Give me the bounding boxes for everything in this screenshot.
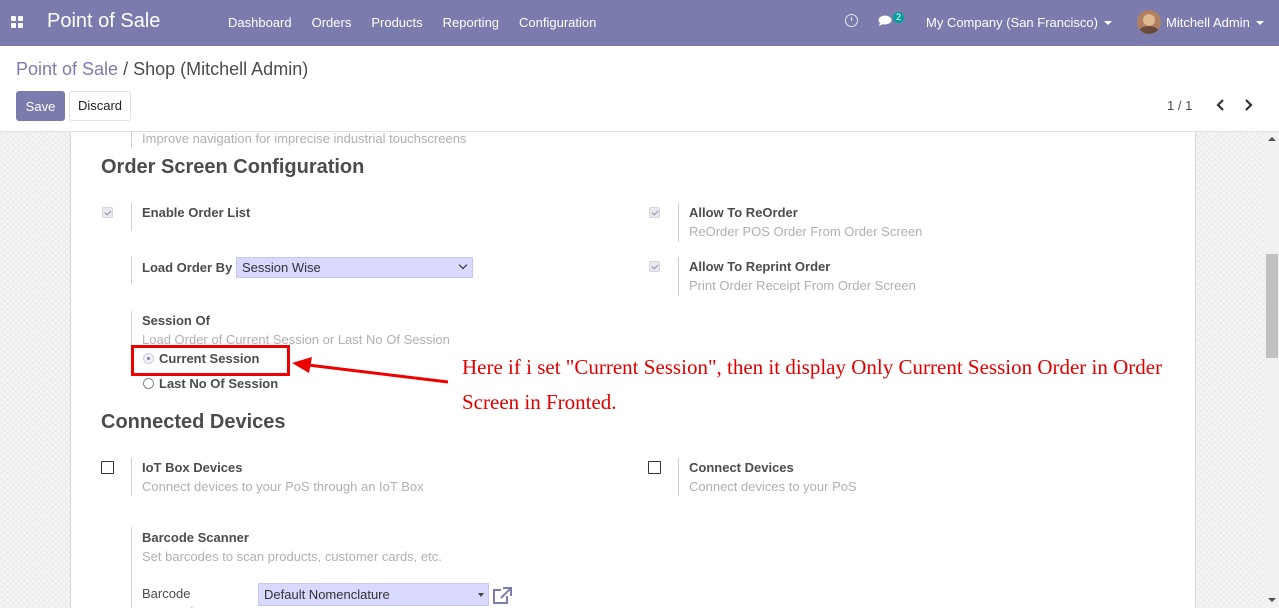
- annotation-text: Here if i set "Current Session", then it…: [462, 355, 1163, 414]
- barcode-nomenclature-label: Barcode Nomenclature: [142, 586, 223, 608]
- external-link-icon[interactable]: [492, 587, 512, 605]
- load-order-by-select[interactable]: Session Wise: [236, 257, 473, 278]
- setting-divider: [678, 203, 679, 242]
- last-no-of-session-label[interactable]: Last No Of Session: [159, 376, 278, 391]
- discard-button[interactable]: Discard: [69, 91, 131, 121]
- setting-divider: [131, 458, 132, 496]
- breadcrumb: Point of Sale / Shop (Mitchell Admin): [16, 59, 308, 80]
- allow-reorder-help: ReOrder POS Order From Order Screen: [689, 224, 923, 239]
- user-name: Mitchell Admin: [1166, 15, 1250, 30]
- menu-configuration[interactable]: Configuration: [509, 15, 606, 30]
- user-avatar[interactable]: [1137, 10, 1161, 34]
- menu-products[interactable]: Products: [361, 15, 432, 30]
- chevron-right-icon[interactable]: [1242, 98, 1254, 112]
- setting-divider: [131, 527, 132, 608]
- breadcrumb-parent[interactable]: Point of Sale: [16, 59, 118, 79]
- enable-order-list-checkbox[interactable]: [102, 207, 113, 218]
- session-of-label: Session Of: [142, 313, 210, 328]
- main-menu: Dashboard Orders Products Reporting Conf…: [218, 15, 606, 30]
- menu-dashboard[interactable]: Dashboard: [218, 15, 302, 30]
- apps-menu-icon[interactable]: [11, 16, 23, 28]
- connect-devices-help: Connect devices to your PoS: [689, 479, 857, 494]
- iot-box-label: IoT Box Devices: [142, 460, 243, 475]
- setting-divider: [131, 256, 132, 284]
- messages-chat-icon[interactable]: [878, 15, 892, 26]
- chevron-left-icon[interactable]: [1215, 98, 1227, 112]
- allow-reorder-checkbox[interactable]: [649, 207, 660, 218]
- menu-reporting[interactable]: Reporting: [433, 15, 509, 30]
- top-navbar: Point of Sale Dashboard Orders Products …: [0, 0, 1279, 46]
- barcode-scanner-help: Set barcodes to scan products, customer …: [142, 549, 442, 564]
- order-screen-section-title: Order Screen Configuration: [101, 156, 365, 178]
- caret-down-icon: [478, 593, 484, 597]
- setting-divider: [678, 458, 679, 496]
- load-order-by-value: Session Wise: [242, 260, 321, 275]
- iot-box-checkbox[interactable]: [101, 461, 114, 474]
- user-caret-icon: [1255, 21, 1264, 25]
- setting-divider: [131, 203, 132, 231]
- partial-setting-help: Improve navigation for imprecise industr…: [142, 131, 467, 146]
- setting-divider: [131, 132, 132, 148]
- allow-reorder-label: Allow To ReOrder: [689, 205, 798, 220]
- app-title[interactable]: Point of Sale: [47, 10, 160, 33]
- scrollbar-thumb[interactable]: [1266, 254, 1278, 358]
- allow-reprint-label: Allow To Reprint Order: [689, 259, 831, 274]
- scrollbar[interactable]: [1265, 132, 1279, 608]
- breadcrumb-current: Shop (Mitchell Admin): [133, 59, 309, 79]
- barcode-nomenclature-value: Default Nomenclature: [264, 587, 390, 602]
- allow-reprint-checkbox[interactable]: [649, 261, 660, 272]
- breadcrumb-separator: /: [123, 59, 129, 79]
- save-button[interactable]: Save: [16, 91, 65, 121]
- company-caret-icon: [1103, 21, 1112, 25]
- annotation-highlight-box: [131, 345, 290, 376]
- company-name: My Company (San Francisco): [926, 15, 1098, 30]
- company-switcher[interactable]: My Company (San Francisco): [926, 15, 1112, 30]
- enable-order-list-label: Enable Order List: [142, 205, 251, 220]
- menu-orders[interactable]: Orders: [302, 15, 362, 30]
- iot-box-help: Connect devices to your PoS through an I…: [142, 479, 424, 494]
- user-menu[interactable]: Mitchell Admin: [1166, 15, 1264, 30]
- allow-reprint-help: Print Order Receipt From Order Screen: [689, 278, 916, 293]
- connect-devices-checkbox[interactable]: [648, 461, 661, 474]
- barcode-nomenclature-select[interactable]: Default Nomenclature: [258, 583, 489, 606]
- pager-value[interactable]: 1 / 1: [1167, 98, 1192, 113]
- message-count-badge: 2: [893, 12, 905, 23]
- scroll-down-arrow-icon[interactable]: [1268, 598, 1276, 602]
- annotation-arrow-icon: [292, 357, 449, 384]
- scroll-up-arrow-icon[interactable]: [1268, 137, 1276, 141]
- connected-devices-section-title: Connected Devices: [101, 411, 286, 433]
- load-order-by-label: Load Order By: [142, 260, 233, 275]
- connect-devices-label: Connect Devices: [689, 460, 794, 475]
- setting-divider: [678, 257, 679, 296]
- last-no-of-session-radio[interactable]: [143, 378, 154, 389]
- barcode-scanner-label: Barcode Scanner: [142, 530, 249, 545]
- activity-clock-icon[interactable]: [845, 14, 858, 27]
